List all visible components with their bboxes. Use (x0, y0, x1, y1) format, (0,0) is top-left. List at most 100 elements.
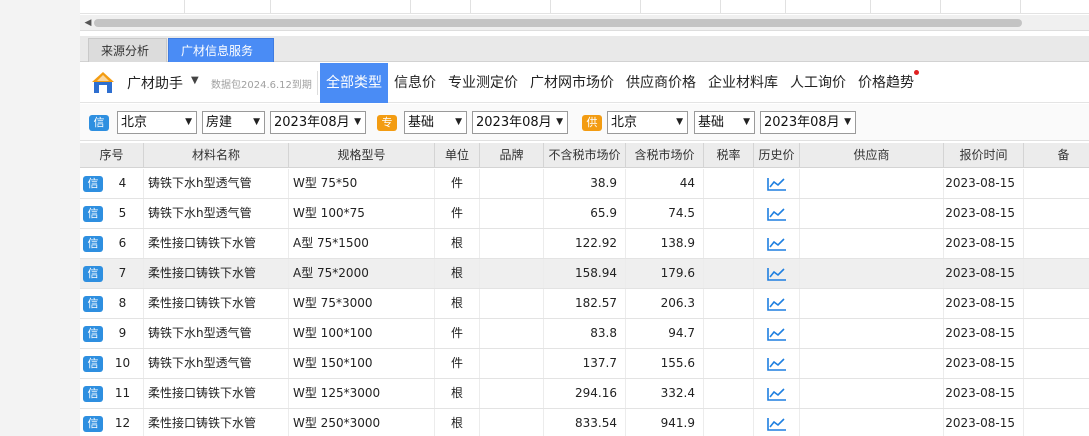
cell-remark (1024, 379, 1089, 408)
column-header[interactable]: 报价时间 (944, 143, 1024, 168)
column-header[interactable]: 含税市场价 (626, 143, 704, 168)
column-header[interactable]: 序号 (80, 143, 144, 168)
scroll-left-icon[interactable]: ◀ (82, 17, 94, 29)
cell-spec: W型 125*3000 (289, 379, 435, 408)
table-row[interactable]: 信 9 铸铁下水h型透气管 W型 100*100 件 83.8 94.7 2023-08-15 (80, 319, 1089, 349)
panel-tabs: 来源分析 广材信息服务 (80, 36, 1089, 62)
horizontal-scrollbar[interactable]: ◀ (80, 15, 1089, 31)
column-header[interactable]: 供应商 (800, 143, 944, 168)
nav-item[interactable]: 人工询价 (784, 63, 852, 103)
info-price-badge: 信 (89, 115, 109, 131)
history-price-cell[interactable] (754, 409, 800, 436)
tab-source-analysis[interactable]: 来源分析 (88, 38, 167, 62)
assistant-label[interactable]: 广材助手 (127, 73, 183, 93)
info-price-badge: 信 (83, 236, 103, 252)
cell-price-in: 138.9 (626, 229, 704, 258)
trend-chart-icon[interactable] (766, 266, 788, 282)
table-row[interactable]: 信 4 铸铁下水h型透气管 W型 75*50 件 38.9 44 2023-08-15 (80, 169, 1089, 199)
chevron-down-icon[interactable]: ▼ (191, 75, 199, 86)
cell-supplier (800, 319, 944, 348)
nav-item-label: 价格趋势 (858, 75, 914, 91)
column-header[interactable]: 历史价 (754, 143, 800, 168)
tab-info-service[interactable]: 广材信息服务 (168, 38, 274, 62)
trend-chart-icon[interactable] (766, 236, 788, 252)
trend-chart-icon[interactable] (766, 206, 788, 222)
history-price-cell[interactable] (754, 259, 800, 288)
cell-name: 柔性接口铸铁下水管 (144, 229, 289, 258)
cell-date: 2023-08-15 (944, 199, 1024, 228)
pro-month-select[interactable]: 2023年08月 ▼ (472, 111, 568, 134)
table-row[interactable]: 信 7 柔性接口铸铁下水管 A型 75*2000 根 158.94 179.6 2023-08… (80, 259, 1089, 289)
cell-supplier (800, 229, 944, 258)
scrollbar-thumb[interactable] (94, 19, 1022, 27)
column-header[interactable]: 单位 (435, 143, 480, 168)
cell-remark (1024, 409, 1089, 436)
nav-item-label: 供应商价格 (626, 75, 696, 91)
cell-unit: 件 (435, 349, 480, 378)
divider (317, 71, 318, 95)
nav-item[interactable]: 企业材料库 (702, 63, 784, 103)
history-price-cell[interactable] (754, 379, 800, 408)
cell-price-in: 332.4 (626, 379, 704, 408)
cell-remark (1024, 199, 1089, 228)
supplier-month-select[interactable]: 2023年08月 ▼ (760, 111, 856, 134)
table-row[interactable]: 信 5 铸铁下水h型透气管 W型 100*75 件 65.9 74.5 2023-08-15 (80, 199, 1089, 229)
cell-price-in: 179.6 (626, 259, 704, 288)
history-price-cell[interactable] (754, 229, 800, 258)
cell-spec: W型 250*3000 (289, 409, 435, 436)
column-header[interactable]: 品牌 (480, 143, 544, 168)
nav-item-label: 人工询价 (790, 75, 846, 91)
column-header[interactable]: 税率 (704, 143, 754, 168)
table-row[interactable]: 信 11 柔性接口铸铁下水管 W型 125*3000 根 294.16 332.4 2023-… (80, 379, 1089, 409)
cell-name: 柔性接口铸铁下水管 (144, 259, 289, 288)
trend-chart-icon[interactable] (766, 356, 788, 372)
info-city-select[interactable]: 北京 ▼ (117, 111, 197, 134)
column-header[interactable]: 材料名称 (144, 143, 289, 168)
pro-category-select[interactable]: 基础 ▼ (404, 111, 467, 134)
nav-item[interactable]: 供应商价格 (620, 63, 702, 103)
info-price-badge: 信 (83, 206, 103, 222)
cell-price-ex: 182.57 (544, 289, 626, 318)
table-row[interactable]: 信 8 柔性接口铸铁下水管 W型 75*3000 根 182.57 206.3 2023-08… (80, 289, 1089, 319)
table-row[interactable]: 信 10 铸铁下水h型透气管 W型 150*100 件 137.7 155.6 2023-08… (80, 349, 1089, 379)
nav-item[interactable]: 信息价 (388, 63, 442, 103)
history-price-cell[interactable] (754, 319, 800, 348)
chevron-down-icon: ▼ (253, 117, 260, 127)
trend-chart-icon[interactable] (766, 386, 788, 402)
cell-remark (1024, 169, 1089, 198)
trend-chart-icon[interactable] (766, 176, 788, 192)
history-price-cell[interactable] (754, 289, 800, 318)
history-price-cell[interactable] (754, 199, 800, 228)
nav-item[interactable]: 价格趋势 (852, 63, 920, 103)
cell-supplier (800, 409, 944, 436)
cell-tax (704, 229, 754, 258)
cell-name: 柔性接口铸铁下水管 (144, 289, 289, 318)
notification-dot (914, 70, 919, 75)
trend-chart-icon[interactable] (766, 296, 788, 312)
nav-item[interactable]: 全部类型 (320, 63, 388, 103)
chevron-down-icon: ▼ (676, 117, 683, 127)
table-row[interactable]: 信 6 柔性接口铸铁下水管 A型 75*1500 根 122.92 138.9 2023-08… (80, 229, 1089, 259)
trend-chart-icon[interactable] (766, 326, 788, 342)
table-row[interactable]: 信 12 柔性接口铸铁下水管 W型 250*3000 根 833.54 941.9 2023-… (80, 409, 1089, 436)
nav-item[interactable]: 广材网市场价 (524, 63, 620, 103)
trend-chart-icon[interactable] (766, 416, 788, 432)
supplier-category-select[interactable]: 基础 ▼ (694, 111, 755, 134)
info-price-badge: 信 (83, 326, 103, 342)
column-header[interactable]: 备 (1024, 143, 1089, 168)
supplier-city-select[interactable]: 北京 ▼ (607, 111, 688, 134)
info-price-badge: 信 (83, 266, 103, 282)
cell-date: 2023-08-15 (944, 379, 1024, 408)
cell-remark (1024, 349, 1089, 378)
column-header[interactable]: 不含税市场价 (544, 143, 626, 168)
chevron-down-icon: ▼ (844, 117, 851, 127)
history-price-cell[interactable] (754, 169, 800, 198)
cell-name: 柔性接口铸铁下水管 (144, 379, 289, 408)
nav-item[interactable]: 专业测定价 (442, 63, 524, 103)
cell-date: 2023-08-15 (944, 169, 1024, 198)
cell-remark (1024, 259, 1089, 288)
history-price-cell[interactable] (754, 349, 800, 378)
info-month-select[interactable]: 2023年08月 ▼ (270, 111, 366, 134)
column-header[interactable]: 规格型号 (289, 143, 435, 168)
info-category-select[interactable]: 房建 ▼ (202, 111, 265, 134)
